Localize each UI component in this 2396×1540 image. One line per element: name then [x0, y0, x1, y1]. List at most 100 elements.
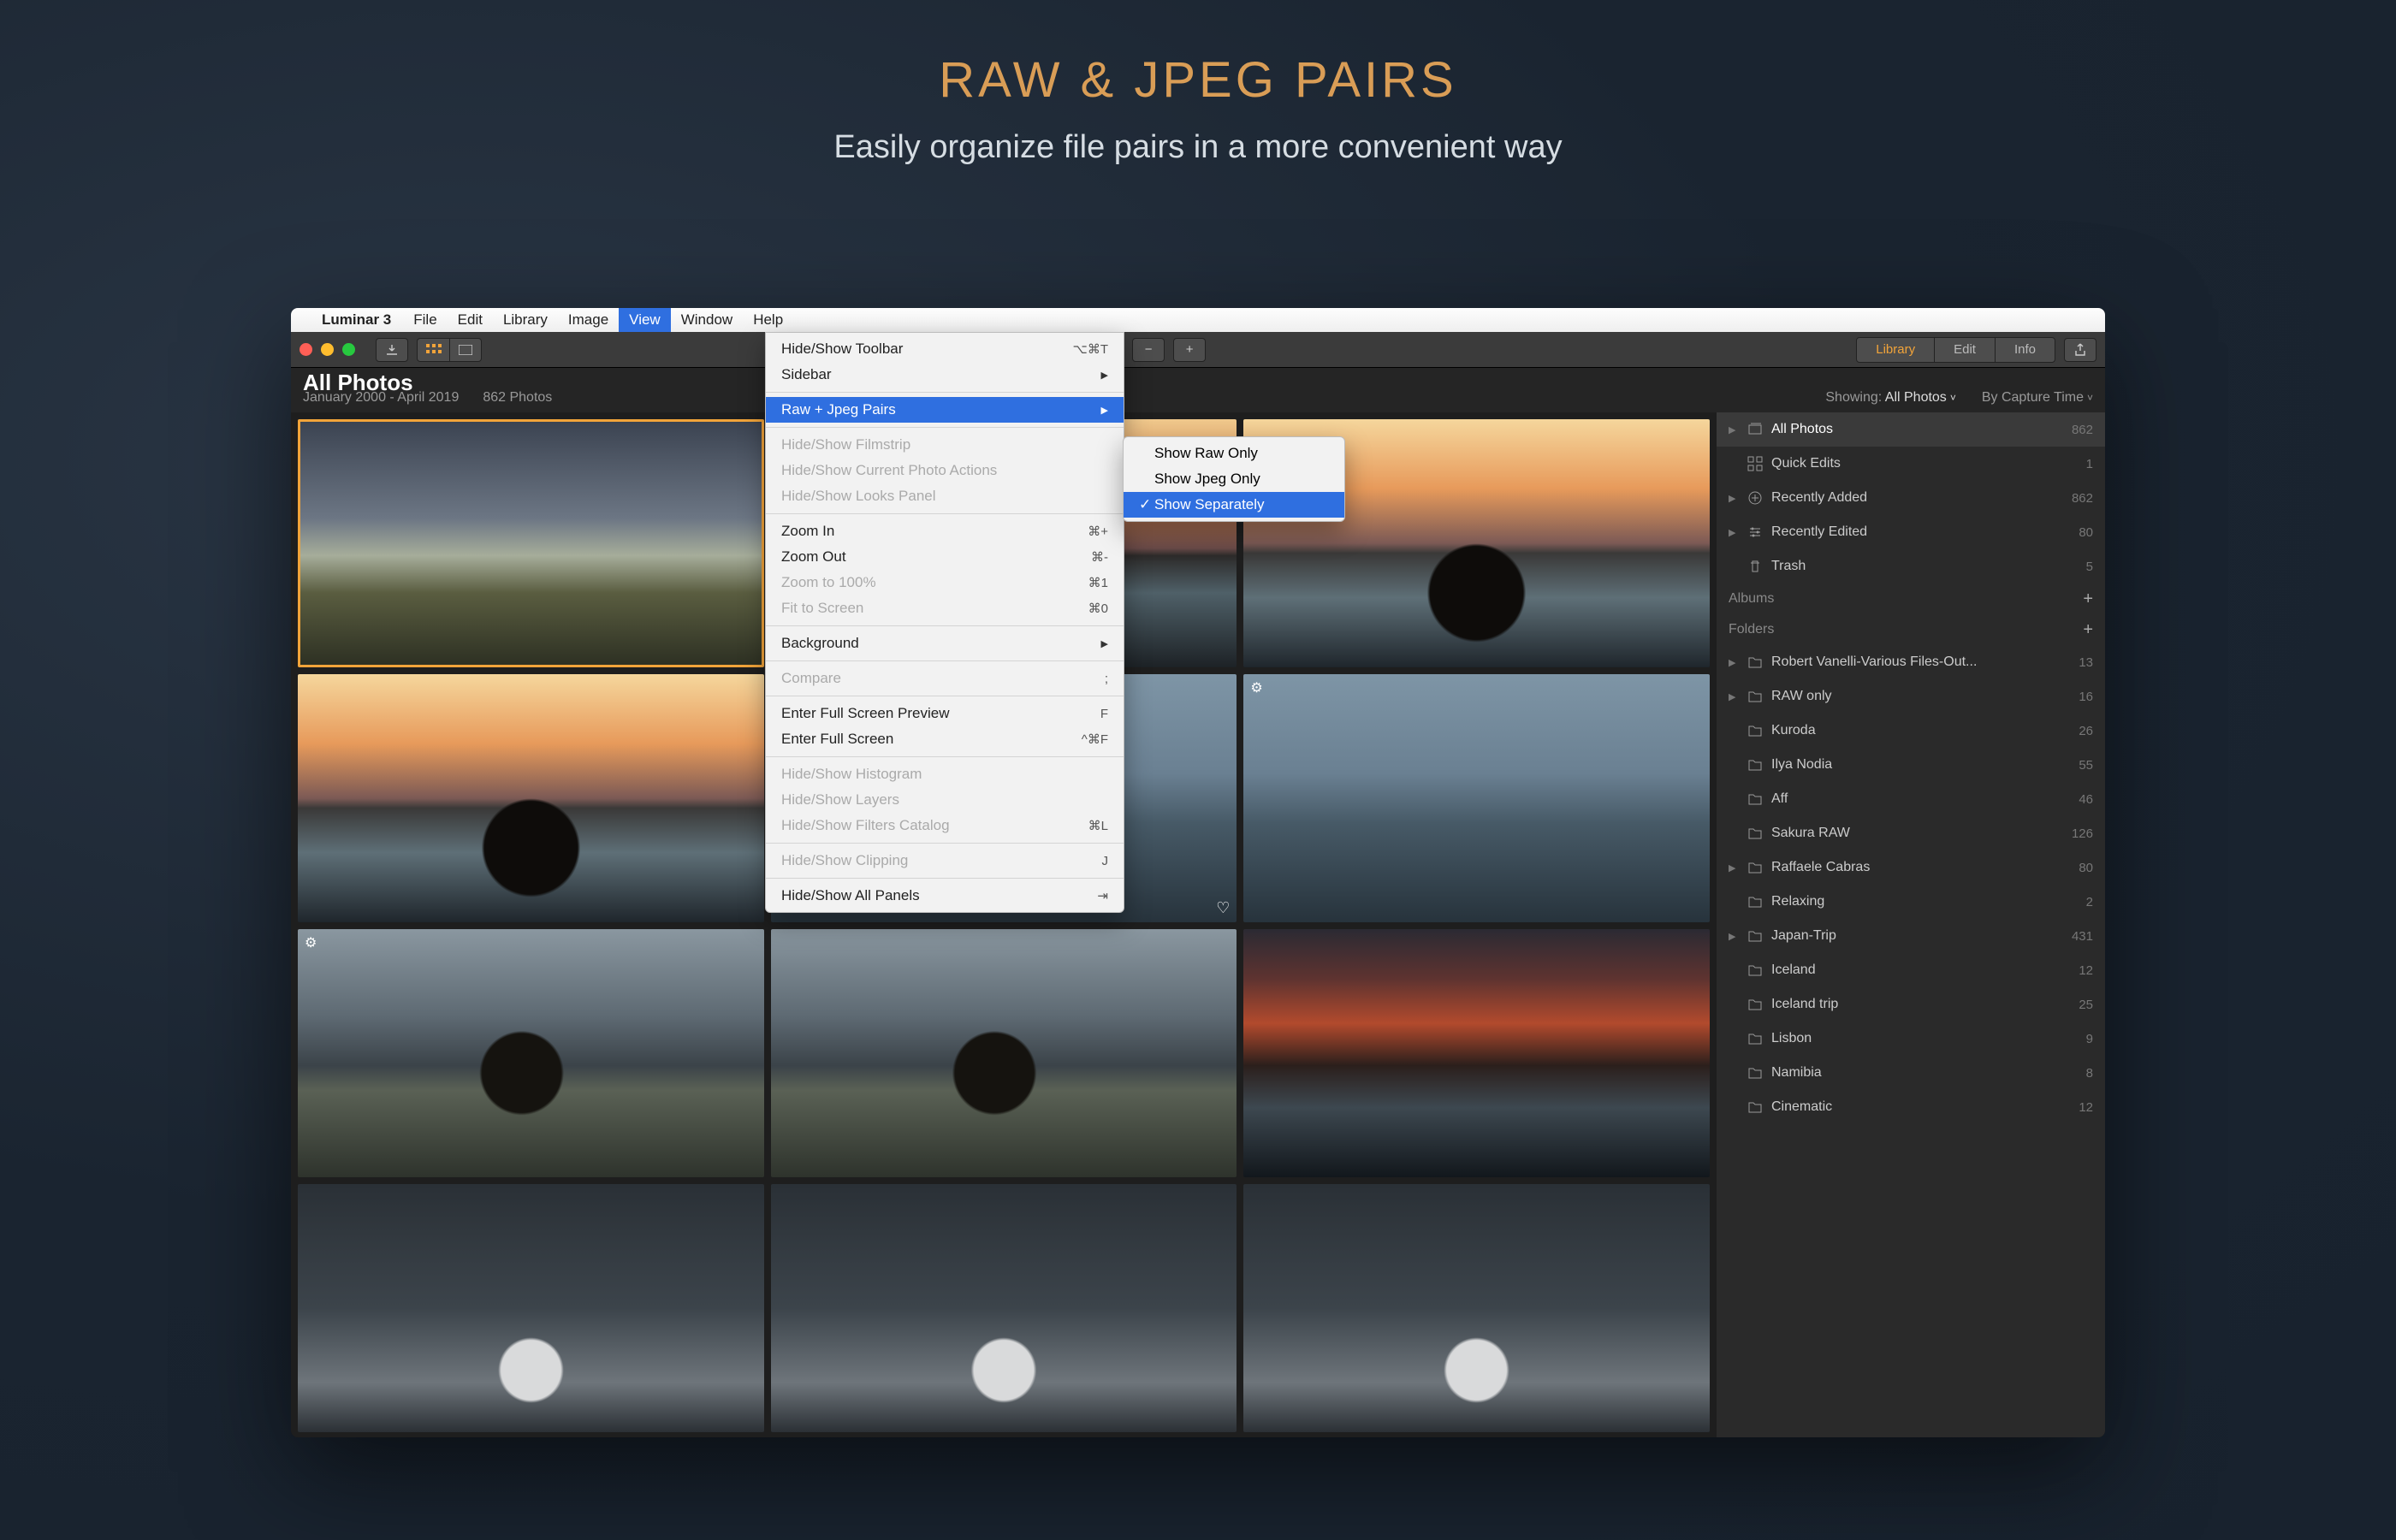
sidebar-folder-namibia[interactable]: Namibia8 [1717, 1056, 2105, 1090]
sidebar-folder-raffaele-cabras[interactable]: ▶Raffaele Cabras80 [1717, 850, 2105, 885]
menu-view[interactable]: View [619, 308, 671, 332]
sidebar: ▶All Photos862Quick Edits1▶Recently Adde… [1717, 412, 2105, 1437]
menuitem-hide-show-looks-panel: Hide/Show Looks Panel [766, 483, 1124, 509]
sidebar-item-count: 5 [2086, 560, 2093, 574]
sidebar-folder-iceland[interactable]: Iceland12 [1717, 953, 2105, 987]
adjustments-icon: ⚙ [1250, 679, 1262, 696]
menu-help[interactable]: Help [743, 308, 793, 332]
toolbar: − + Library Edit Info [291, 332, 2105, 368]
view-menu-dropdown: Hide/Show Toolbar⌥⌘TSidebar▶ Raw + Jpeg P… [765, 332, 1124, 913]
showing-filter[interactable]: Showing: All Photos [1825, 390, 1955, 406]
tab-edit[interactable]: Edit [1935, 338, 1996, 362]
sidebar-item-label: Recently Edited [1771, 524, 2070, 540]
menuitem-raw-jpeg-pairs[interactable]: Raw + Jpeg Pairs▶ [766, 397, 1124, 423]
disclosure-icon: ▶ [1729, 657, 1739, 668]
folder-icon [1747, 1099, 1763, 1115]
app-window: Luminar 3 FileEditLibraryImageViewWindow… [291, 308, 2105, 1437]
thumbnail[interactable]: ⚙ [1243, 674, 1710, 922]
menuitem-zoom-out[interactable]: Zoom Out⌘- [766, 544, 1124, 570]
sidebar-folder-relaxing[interactable]: Relaxing2 [1717, 885, 2105, 919]
thumbnail[interactable]: ⚙ [298, 929, 764, 1177]
sidebar-item-label: Cinematic [1771, 1099, 2070, 1115]
sidebar-folder-lisbon[interactable]: Lisbon9 [1717, 1022, 2105, 1056]
sidebar-item-label: Relaxing [1771, 894, 2078, 909]
folder-icon [1747, 1065, 1763, 1081]
sidebar-folder-ilya-nodia[interactable]: Ilya Nodia 55 [1717, 748, 2105, 782]
sidebar-item-count: 12 [2079, 1100, 2093, 1115]
folder-icon [1747, 860, 1763, 875]
submenuitem-show-raw-only[interactable]: Show Raw Only [1124, 441, 1344, 466]
thumbnail[interactable] [771, 929, 1237, 1177]
thumbnail[interactable] [298, 419, 764, 667]
single-view-button[interactable] [449, 338, 482, 362]
thumbnail[interactable] [298, 1184, 764, 1432]
menuitem-background[interactable]: Background▶ [766, 631, 1124, 656]
menuitem-hide-show-toolbar[interactable]: Hide/Show Toolbar⌥⌘T [766, 336, 1124, 362]
tab-library[interactable]: Library [1857, 338, 1935, 362]
sidebar-item-count: 431 [2072, 929, 2093, 944]
menu-library[interactable]: Library [493, 308, 558, 332]
sidebar-item-label: RAW only [1771, 689, 2070, 704]
mode-tabs: Library Edit Info [1856, 337, 2055, 363]
close-button[interactable] [300, 343, 312, 356]
menuitem-enter-full-screen[interactable]: Enter Full Screen^⌘F [766, 726, 1124, 752]
sidebar-section-folders[interactable]: Folders+ [1717, 614, 2105, 645]
favorite-icon[interactable]: ♡ [1216, 899, 1230, 917]
folder-icon [1747, 1031, 1763, 1046]
minimize-button[interactable] [321, 343, 334, 356]
import-button[interactable] [376, 338, 408, 362]
add-folder-button[interactable]: + [2083, 620, 2093, 640]
zoom-out-button[interactable]: − [1132, 338, 1165, 362]
grid-view-button[interactable] [417, 338, 449, 362]
menuitem-zoom-in[interactable]: Zoom In⌘+ [766, 518, 1124, 544]
window-controls [300, 343, 355, 356]
sidebar-item-quick-edits[interactable]: Quick Edits1 [1717, 447, 2105, 481]
menu-image[interactable]: Image [558, 308, 619, 332]
sidebar-folder-japan-trip[interactable]: ▶Japan-Trip431 [1717, 919, 2105, 953]
plus-circle-icon [1747, 490, 1763, 506]
menuitem-hide-show-filters-catalog: Hide/Show Filters Catalog⌘L [766, 813, 1124, 838]
submenuitem-show-jpeg-only[interactable]: Show Jpeg Only [1124, 466, 1344, 492]
sidebar-item-all-photos[interactable]: ▶All Photos862 [1717, 412, 2105, 447]
maximize-button[interactable] [342, 343, 355, 356]
thumbnail[interactable] [1243, 1184, 1710, 1432]
menu-window[interactable]: Window [671, 308, 743, 332]
menuitem-enter-full-screen-preview[interactable]: Enter Full Screen PreviewF [766, 701, 1124, 726]
tab-info[interactable]: Info [1996, 338, 2055, 362]
sort-filter[interactable]: By Capture Time [1982, 390, 2093, 406]
menuitem-compare: Compare; [766, 666, 1124, 691]
disclosure-icon: ▶ [1729, 527, 1739, 538]
zoom-in-button[interactable]: + [1173, 338, 1206, 362]
sidebar-item-label: Trash [1771, 559, 2078, 574]
sidebar-folder-kuroda[interactable]: Kuroda26 [1717, 714, 2105, 748]
sidebar-item-recently-added[interactable]: ▶Recently Added862 [1717, 481, 2105, 515]
submenuitem-show-separately[interactable]: ✓Show Separately [1124, 492, 1344, 518]
menu-file[interactable]: File [403, 308, 447, 332]
sidebar-folder-cinematic[interactable]: Cinematic 12 [1717, 1090, 2105, 1124]
sidebar-item-label: Japan-Trip [1771, 928, 2063, 944]
sidebar-item-count: 26 [2079, 724, 2093, 738]
sidebar-item-count: 16 [2079, 690, 2093, 704]
sidebar-folder-raw-only[interactable]: ▶RAW only16 [1717, 679, 2105, 714]
sidebar-item-recently-edited[interactable]: ▶Recently Edited80 [1717, 515, 2105, 549]
thumbnail[interactable] [771, 1184, 1237, 1432]
sidebar-item-count: 55 [2079, 758, 2093, 773]
sidebar-item-trash[interactable]: Trash 5 [1717, 549, 2105, 583]
sidebar-folder-robert-vanelli-various-files-out-[interactable]: ▶Robert Vanelli-Various Files-Out...13 [1717, 645, 2105, 679]
sidebar-folder-iceland-trip[interactable]: Iceland trip25 [1717, 987, 2105, 1022]
menu-edit[interactable]: Edit [448, 308, 493, 332]
infobar: All Photos January 2000 - April 2019 862… [291, 368, 2105, 412]
menuitem-hide-show-all-panels[interactable]: Hide/Show All Panels⇥ [766, 883, 1124, 909]
sidebar-folder-sakura-raw[interactable]: Sakura RAW126 [1717, 816, 2105, 850]
sidebar-item-count: 8 [2086, 1066, 2093, 1081]
menuitem-sidebar[interactable]: Sidebar▶ [766, 362, 1124, 388]
sidebar-folder-aff[interactable]: Aff46 [1717, 782, 2105, 816]
share-button[interactable] [2064, 338, 2096, 362]
sidebar-item-label: Ilya Nodia [1771, 757, 2070, 773]
thumbnail[interactable] [1243, 929, 1710, 1177]
add-album-button[interactable]: + [2083, 589, 2093, 609]
sidebar-item-count: 80 [2079, 861, 2093, 875]
app-name[interactable]: Luminar 3 [322, 311, 391, 329]
sidebar-section-albums[interactable]: Albums+ [1717, 583, 2105, 614]
thumbnail[interactable] [298, 674, 764, 922]
